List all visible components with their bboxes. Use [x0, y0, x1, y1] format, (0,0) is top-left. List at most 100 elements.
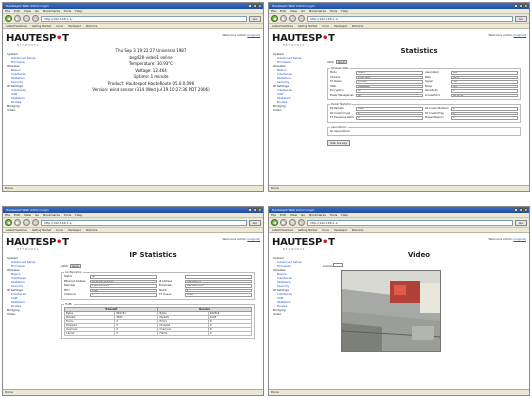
bookmark-item[interactable]: Welcome [351, 228, 364, 232]
bookmark-item[interactable]: Linux [55, 228, 64, 232]
minimize-icon[interactable]: _ [248, 4, 252, 8]
camera-select[interactable] [333, 263, 343, 267]
field-label: TX Queue [159, 293, 172, 297]
browser-statusbar: Done [269, 185, 529, 191]
menu-go[interactable]: Go [35, 213, 39, 217]
browser-window-home: Hautespot Web Admin Login _ □ × File Edi… [2, 2, 264, 192]
minimize-icon[interactable]: _ [248, 208, 252, 212]
minimize-icon[interactable]: _ [514, 208, 518, 212]
bookmark-item[interactable]: Latest Headlines [271, 228, 294, 232]
bookmark-item[interactable]: Getting Started [297, 24, 318, 28]
bookmark-item[interactable]: Hautespot [67, 228, 82, 232]
maximize-icon[interactable]: □ [519, 208, 523, 212]
menu-tools[interactable]: Tools [330, 9, 337, 13]
menu-edit[interactable]: Edit [280, 213, 286, 217]
reload-icon[interactable]: ↻ [23, 15, 30, 22]
menu-bookmarks[interactable]: Bookmarks [43, 213, 60, 217]
apply-button[interactable]: Apply [69, 264, 81, 268]
bookmark-item[interactable]: Latest Headlines [5, 24, 28, 28]
menu-edit[interactable]: Edit [14, 9, 20, 13]
bookmark-item[interactable]: Latest Headlines [5, 228, 28, 232]
close-icon[interactable]: × [524, 4, 528, 8]
bookmark-item[interactable]: Welcome [351, 24, 364, 28]
associations-section: Associations No Associations [327, 125, 521, 136]
home-icon[interactable]: ⌂ [298, 15, 305, 22]
url-input[interactable]: http://192.168.1.1/ [41, 219, 247, 226]
menu-file[interactable]: File [271, 213, 276, 217]
home-icon[interactable]: ⌂ [298, 219, 305, 226]
back-icon[interactable]: ◀ [271, 15, 278, 22]
sidebar-item[interactable]: Video [273, 312, 309, 316]
menu-view[interactable]: View [290, 9, 297, 13]
site-survey-button[interactable]: Site Survey [327, 139, 351, 146]
window-title: Hautespot Web Admin Login [272, 208, 315, 212]
menu-help[interactable]: Help [75, 213, 82, 217]
forward-icon[interactable]: ▶ [14, 219, 21, 226]
menu-help[interactable]: Help [75, 9, 82, 13]
sidebar-item[interactable]: Video [7, 108, 43, 112]
menu-tools[interactable]: Tools [64, 213, 71, 217]
reload-icon[interactable]: ↻ [289, 219, 296, 226]
apply-button[interactable]: Apply [335, 60, 347, 64]
bookmark-item[interactable]: Hautespot [67, 24, 82, 28]
forward-icon[interactable]: ▶ [280, 15, 287, 22]
reload-icon[interactable]: ↻ [23, 219, 30, 226]
sidebar-item[interactable]: Video [273, 108, 309, 112]
menu-bookmarks[interactable]: Bookmarks [309, 9, 326, 13]
close-icon[interactable]: × [258, 208, 262, 212]
bookmark-item[interactable]: Linux [321, 24, 330, 28]
menu-go[interactable]: Go [35, 9, 39, 13]
forward-icon[interactable]: ▶ [14, 15, 21, 22]
bookmark-item[interactable]: Welcome [85, 24, 98, 28]
menu-help[interactable]: Help [341, 213, 348, 217]
url-input[interactable]: http://192.168.1.1/ [307, 219, 513, 226]
close-icon[interactable]: × [258, 4, 262, 8]
menu-edit[interactable]: Edit [14, 213, 20, 217]
back-icon[interactable]: ◀ [5, 15, 12, 22]
logout-link[interactable]: (Logout) [247, 33, 260, 37]
maximize-icon[interactable]: □ [253, 208, 257, 212]
menu-tools[interactable]: Tools [64, 9, 71, 13]
bookmark-item[interactable]: Hautespot [333, 24, 348, 28]
sidebar-item[interactable]: Video [7, 312, 43, 316]
go-button[interactable]: Go [249, 219, 261, 226]
forward-icon[interactable]: ▶ [280, 219, 287, 226]
menu-go[interactable]: Go [301, 9, 305, 13]
menu-file[interactable]: File [271, 9, 276, 13]
menu-go[interactable]: Go [301, 213, 305, 217]
menu-view[interactable]: View [290, 213, 297, 217]
menu-file[interactable]: File [5, 213, 10, 217]
page-content: HAUTESP•T NETWORKS Welcome admin (Logout… [3, 30, 263, 185]
menu-bookmarks[interactable]: Bookmarks [309, 213, 326, 217]
back-icon[interactable]: ◀ [5, 219, 12, 226]
home-icon[interactable]: ⌂ [32, 15, 39, 22]
bookmark-item[interactable]: Getting Started [31, 228, 52, 232]
url-input[interactable]: http://192.168.1.1/ [41, 15, 247, 22]
maximize-icon[interactable]: □ [519, 4, 523, 8]
bookmark-item[interactable]: Latest Headlines [271, 24, 294, 28]
back-icon[interactable]: ◀ [271, 219, 278, 226]
maximize-icon[interactable]: □ [253, 4, 257, 8]
home-icon[interactable]: ⌂ [32, 219, 39, 226]
bookmark-item[interactable]: Getting Started [297, 228, 318, 232]
bookmark-item[interactable]: Linux [321, 228, 330, 232]
menu-view[interactable]: View [24, 9, 31, 13]
url-input[interactable]: http://192.168.1.1/ [307, 15, 513, 22]
close-icon[interactable]: × [524, 208, 528, 212]
go-button[interactable]: Go [515, 15, 527, 22]
menu-file[interactable]: File [5, 9, 10, 13]
go-button[interactable]: Go [515, 219, 527, 226]
bookmark-item[interactable]: Hautespot [333, 228, 348, 232]
field-label: RX Invalid Frag [425, 111, 444, 115]
reload-icon[interactable]: ↻ [289, 15, 296, 22]
menu-tools[interactable]: Tools [330, 213, 337, 217]
menu-help[interactable]: Help [341, 9, 348, 13]
menu-bookmarks[interactable]: Bookmarks [43, 9, 60, 13]
minimize-icon[interactable]: _ [514, 4, 518, 8]
go-button[interactable]: Go [249, 15, 261, 22]
menu-edit[interactable]: Edit [280, 9, 286, 13]
bookmark-item[interactable]: Linux [55, 24, 64, 28]
bookmark-item[interactable]: Welcome [85, 228, 98, 232]
menu-view[interactable]: View [24, 213, 31, 217]
bookmark-item[interactable]: Getting Started [31, 24, 52, 28]
